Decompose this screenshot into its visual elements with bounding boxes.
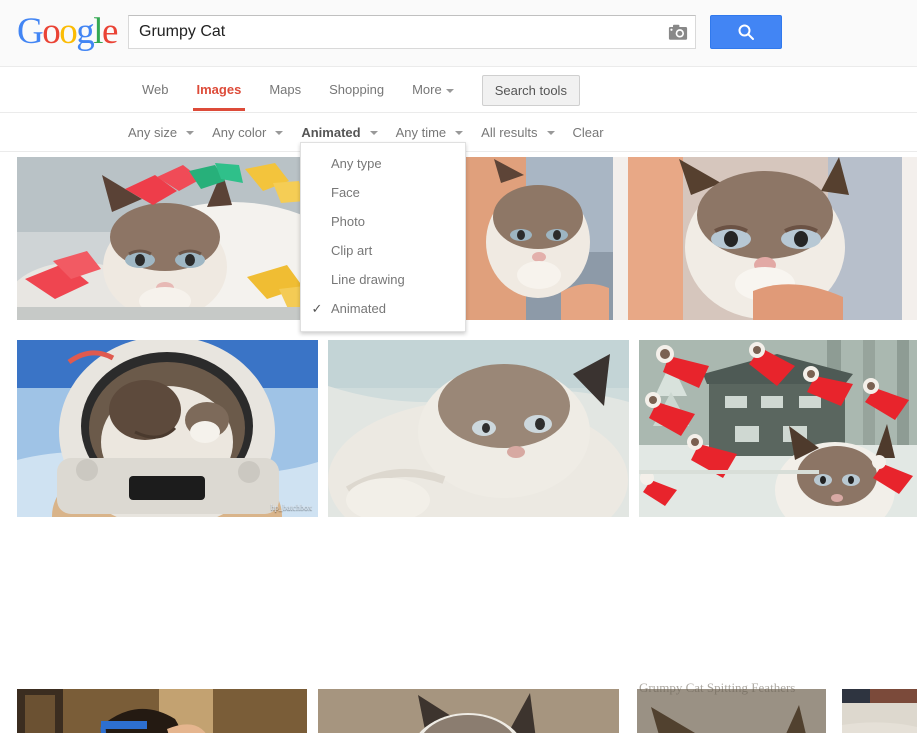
logo-letter-G: G xyxy=(17,11,44,52)
dropdown-item-clip-art[interactable]: Clip art xyxy=(301,236,465,265)
image-row-2: hp_batchbox xyxy=(0,340,917,522)
image-row-3: GIFAK.NET xyxy=(0,530,917,733)
logo-letter-o2: o xyxy=(59,11,78,52)
image-thumbnail xyxy=(637,689,826,733)
tab-shopping[interactable]: Shopping xyxy=(315,67,398,111)
image-thumbnail xyxy=(318,689,619,733)
tab-web[interactable]: Web xyxy=(128,67,183,111)
dropdown-item-clip-art-label: Clip art xyxy=(331,243,373,258)
google-logo[interactable]: Google xyxy=(17,11,118,52)
image-thumbnail xyxy=(639,340,917,517)
tab-maps[interactable]: Maps xyxy=(255,67,315,111)
image-thumbnail xyxy=(613,157,917,320)
filter-all-results-label: All results xyxy=(481,125,538,140)
search-input[interactable] xyxy=(129,16,649,48)
image-result-9[interactable] xyxy=(637,689,826,733)
dropdown-item-animated[interactable]: ✓ Animated xyxy=(301,294,465,323)
image-result-1[interactable] xyxy=(17,157,322,320)
tab-images[interactable]: Images xyxy=(183,67,256,111)
tab-more-label: More xyxy=(412,82,442,97)
search-box[interactable] xyxy=(128,15,696,49)
filter-all-results[interactable]: All results xyxy=(481,125,555,140)
chevron-down-icon xyxy=(455,131,464,135)
filter-animated-label: Animated xyxy=(301,125,361,140)
tab-images-label: Images xyxy=(196,82,242,97)
image-result-4[interactable]: hp_batchbox xyxy=(17,340,318,517)
chevron-down-icon xyxy=(186,131,195,135)
filter-any-size[interactable]: Any size xyxy=(128,125,195,140)
image-result-3[interactable] xyxy=(613,157,917,320)
filter-any-color[interactable]: Any color xyxy=(212,125,284,140)
image-thumbnail xyxy=(17,340,318,517)
filter-any-size-label: Any size xyxy=(128,125,178,140)
image-result-5[interactable] xyxy=(328,340,629,517)
page-header: Google xyxy=(0,0,917,67)
camera-icon[interactable] xyxy=(668,23,688,41)
image-result-2[interactable] xyxy=(466,157,613,320)
logo-letter-e: e xyxy=(102,11,118,52)
dropdown-item-photo[interactable]: Photo xyxy=(301,207,465,236)
animated-type-dropdown[interactable]: Any type Face Photo Clip art Line drawin… xyxy=(300,142,466,332)
logo-letter-g: g xyxy=(76,11,95,52)
filter-clear-label: Clear xyxy=(572,125,604,140)
image-thumbnail xyxy=(466,157,613,320)
nav-tabs: Web Images Maps Shopping More Search too… xyxy=(128,67,580,113)
dropdown-item-line-drawing-label: Line drawing xyxy=(331,272,405,287)
filter-any-time[interactable]: Any time xyxy=(396,125,464,140)
filter-animated[interactable]: Animated xyxy=(301,125,378,140)
filter-any-time-label: Any time xyxy=(395,125,447,140)
dropdown-item-animated-label: Animated xyxy=(331,301,386,316)
image-result-6[interactable] xyxy=(639,340,917,517)
filter-clear[interactable]: Clear xyxy=(573,125,604,140)
image-thumbnail xyxy=(328,340,629,517)
dropdown-item-face[interactable]: Face xyxy=(301,178,465,207)
image-result-7[interactable]: GIFAK.NET xyxy=(17,689,307,733)
chevron-down-icon xyxy=(546,131,555,135)
dropdown-item-any-type-label: Any type xyxy=(331,156,382,171)
check-icon: ✓ xyxy=(311,301,323,316)
dropdown-item-any-type[interactable]: Any type xyxy=(301,149,465,178)
search-button[interactable] xyxy=(710,15,782,49)
dropdown-item-photo-label: Photo xyxy=(331,214,365,229)
search-tools-button[interactable]: Search tools xyxy=(481,75,580,106)
image-result-10[interactable] xyxy=(842,689,917,733)
tab-maps-label: Maps xyxy=(269,82,302,97)
chevron-down-icon xyxy=(445,88,454,93)
tab-shopping-label: Shopping xyxy=(329,82,385,97)
tab-web-label: Web xyxy=(142,82,169,97)
chevron-down-icon xyxy=(275,131,284,135)
search-tools-label: Search tools xyxy=(494,83,567,98)
filter-any-color-label: Any color xyxy=(212,125,267,140)
chevron-down-icon xyxy=(369,131,378,135)
image-result-8[interactable] xyxy=(318,689,619,733)
tab-more[interactable]: More xyxy=(398,67,468,111)
image-thumbnail xyxy=(17,689,307,733)
logo-letter-l: l xyxy=(93,11,103,52)
image-thumbnail xyxy=(17,157,322,320)
logo-letter-o1: o xyxy=(42,11,61,52)
dropdown-item-line-drawing[interactable]: Line drawing xyxy=(301,265,465,294)
dropdown-item-face-label: Face xyxy=(331,185,360,200)
nav-bar: Web Images Maps Shopping More Search too… xyxy=(0,67,917,113)
search-icon xyxy=(738,24,754,40)
image-thumbnail xyxy=(842,689,917,733)
